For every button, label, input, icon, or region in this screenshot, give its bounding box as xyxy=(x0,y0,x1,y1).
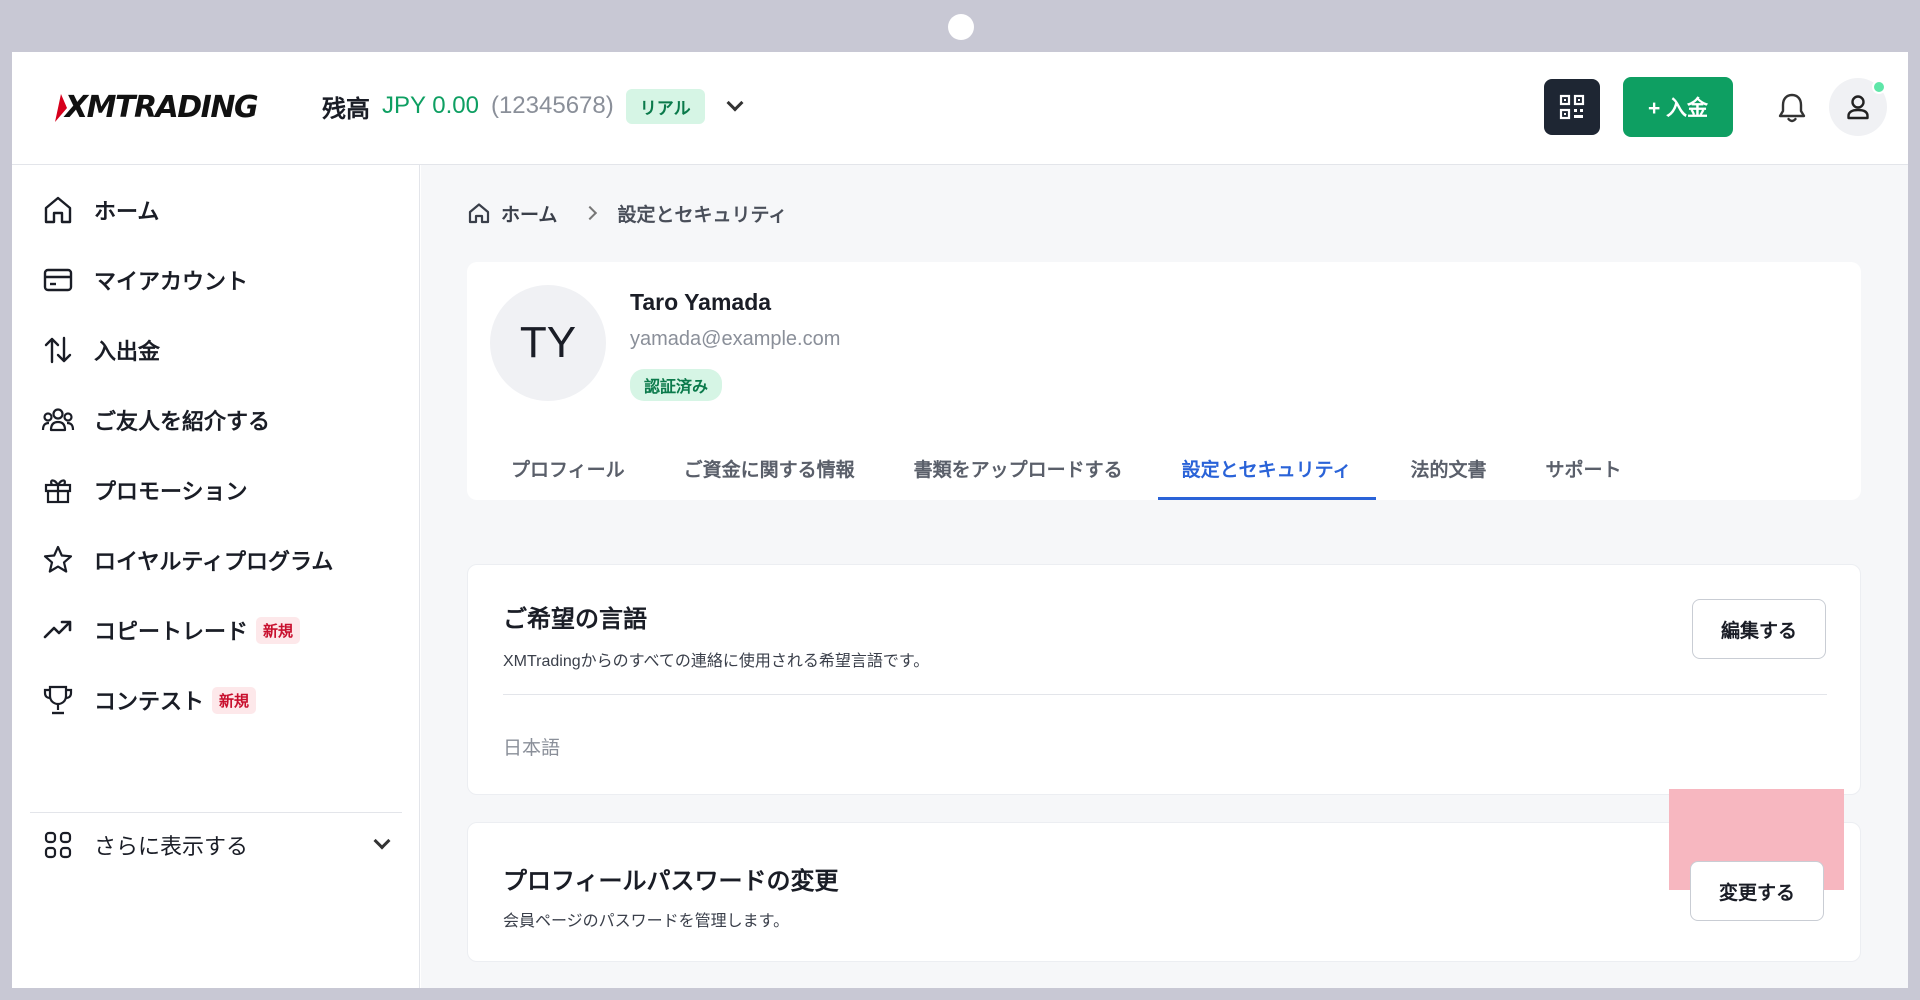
sidebar-item-promotions[interactable]: プロモーション xyxy=(40,465,400,515)
change-password-button[interactable]: 変更する xyxy=(1690,861,1824,921)
language-section-title: ご希望の言語 xyxy=(503,606,647,633)
sidebar-divider xyxy=(30,812,402,813)
qr-code-icon xyxy=(1559,94,1585,120)
chevron-down-icon[interactable] xyxy=(726,94,744,112)
sidebar-item-contest[interactable]: コンテスト 新規 xyxy=(40,675,400,725)
tab-support[interactable]: サポート xyxy=(1522,437,1646,500)
breadcrumb: ホーム 設定とセキュリティ xyxy=(467,195,787,231)
password-section: プロフィールパスワードの変更 会員ページのパスワードを管理します。 xyxy=(467,822,1861,962)
sidebar-item-label: ご友人を紹介する xyxy=(94,409,271,434)
deposit-button[interactable]: + 入金 xyxy=(1623,77,1733,137)
star-icon xyxy=(40,542,76,578)
sidebar-item-home[interactable]: ホーム xyxy=(40,185,400,235)
camera-dot xyxy=(948,14,974,40)
tab-funds-info[interactable]: ご資金に関する情報 xyxy=(660,437,879,500)
top-header: XMTRADING 残高 JPY 0.00 (12345678) リアル + 入… xyxy=(12,52,1908,165)
breadcrumb-current: 設定とセキュリティ xyxy=(617,204,788,226)
show-more-label: さらに表示する xyxy=(94,834,249,859)
tab-settings-security[interactable]: 設定とセキュリティ xyxy=(1157,437,1376,500)
xm-logo[interactable]: XMTRADING xyxy=(55,90,259,125)
chevron-down-icon xyxy=(373,832,391,850)
transfer-arrows-icon xyxy=(40,332,76,368)
profile-card: TY Taro Yamada yamada@example.com 認証済み プ… xyxy=(467,262,1861,500)
account-number: (12345678) xyxy=(490,92,614,119)
qr-code-button[interactable] xyxy=(1544,79,1600,135)
trending-up-icon xyxy=(40,612,76,648)
balance-value: JPY 0.00 xyxy=(382,92,479,119)
chevron-right-icon xyxy=(583,205,598,221)
password-section-title: プロフィールパスワードの変更 xyxy=(503,868,839,895)
tab-legal-documents[interactable]: 法的文書 xyxy=(1387,437,1511,500)
avatar: TY xyxy=(490,285,606,401)
profile-email: yamada@example.com xyxy=(630,328,841,350)
online-status-dot xyxy=(1872,80,1886,94)
account-type-badge: リアル xyxy=(625,88,705,124)
sidebar-item-refer-friends[interactable]: ご友人を紹介する xyxy=(40,395,400,445)
sidebar: ホーム マイアカウント 入出金 ご友人を紹介する プロモーション ロイヤルティプ… xyxy=(12,165,420,988)
trophy-icon xyxy=(40,682,76,718)
logo-text: XMTRADING xyxy=(65,90,259,125)
home-icon xyxy=(40,192,76,228)
tab-profile[interactable]: プロフィール xyxy=(487,437,649,500)
sidebar-item-my-account[interactable]: マイアカウント xyxy=(40,255,400,305)
tab-upload-documents[interactable]: 書類をアップロードする xyxy=(890,437,1147,500)
edit-language-button[interactable]: 編集する xyxy=(1692,599,1826,659)
sidebar-item-label: プロモーション xyxy=(94,479,248,504)
balance-label: 残高 xyxy=(322,95,370,123)
notifications-button[interactable] xyxy=(1768,84,1816,132)
new-badge: 新規 xyxy=(256,616,301,644)
password-section-description: 会員ページのパスワードを管理します。 xyxy=(503,913,790,930)
language-section: ご希望の言語 XMTradingからのすべての連絡に使用される希望言語です。 編… xyxy=(467,564,1861,795)
sidebar-item-label: マイアカウント xyxy=(94,269,249,294)
gift-icon xyxy=(40,472,76,508)
sidebar-item-deposit-withdraw[interactable]: 入出金 xyxy=(40,325,400,375)
language-section-description: XMTradingからのすべての連絡に使用される希望言語です。 xyxy=(503,653,930,670)
profile-tabs: プロフィール ご資金に関する情報 書類をアップロードする 設定とセキュリティ 法… xyxy=(487,437,1657,500)
new-badge: 新規 xyxy=(212,686,257,714)
account-balance-selector[interactable]: 残高 JPY 0.00 (12345678) リアル xyxy=(322,88,744,124)
users-icon xyxy=(40,402,76,438)
sidebar-item-copy-trade[interactable]: コピートレード 新規 xyxy=(40,605,400,655)
profile-name: Taro Yamada xyxy=(630,289,772,315)
bell-icon xyxy=(1778,93,1806,123)
sidebar-item-label: コンテスト xyxy=(94,689,205,714)
sidebar-item-label: コピートレード xyxy=(94,619,249,644)
card-icon xyxy=(40,262,76,298)
section-divider xyxy=(503,694,1827,695)
sidebar-item-label: 入出金 xyxy=(94,339,161,364)
sidebar-item-label: ホーム xyxy=(94,199,160,224)
app-window: XMTRADING 残高 JPY 0.00 (12345678) リアル + 入… xyxy=(12,52,1908,988)
breadcrumb-home-link[interactable]: ホーム xyxy=(501,200,557,227)
status-badge: 認証済み xyxy=(630,369,723,401)
sidebar-show-more[interactable]: さらに表示する xyxy=(40,820,400,870)
home-icon[interactable] xyxy=(467,201,491,225)
language-value: 日本語 xyxy=(503,738,561,759)
sidebar-item-label: ロイヤルティプログラム xyxy=(94,549,334,574)
user-icon xyxy=(1847,95,1869,120)
sidebar-item-loyalty-program[interactable]: ロイヤルティプログラム xyxy=(40,535,400,585)
grid-icon xyxy=(40,827,76,863)
